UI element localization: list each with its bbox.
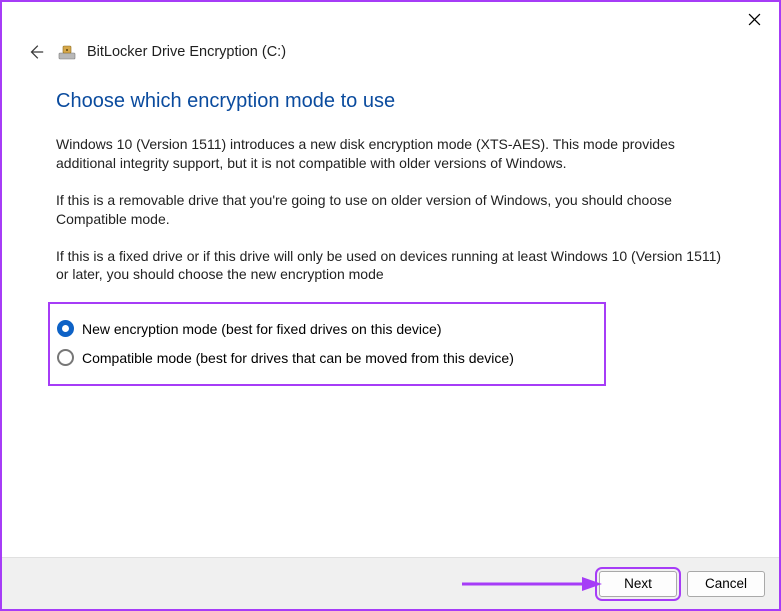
- description-paragraph-2: If this is a removable drive that you're…: [56, 191, 725, 229]
- radio-unselected-icon: [57, 349, 74, 366]
- wizard-title: BitLocker Drive Encryption (C:): [87, 44, 286, 60]
- page-heading: Choose which encryption mode to use: [56, 90, 725, 113]
- wizard-content: Choose which encryption mode to use Wind…: [2, 62, 779, 557]
- radio-label: Compatible mode (best for drives that ca…: [82, 350, 514, 366]
- close-button[interactable]: [743, 8, 765, 30]
- radio-compatible-mode[interactable]: Compatible mode (best for drives that ca…: [53, 343, 590, 372]
- wizard-footer: Next Cancel: [2, 557, 779, 609]
- radio-selected-icon: [57, 320, 74, 337]
- close-icon: [748, 13, 761, 26]
- encryption-mode-options: New encryption mode (best for fixed driv…: [48, 302, 606, 386]
- radio-new-encryption-mode[interactable]: New encryption mode (best for fixed driv…: [53, 314, 590, 343]
- next-button[interactable]: Next: [599, 571, 677, 597]
- annotation-arrow-icon: [462, 574, 602, 594]
- wizard-header: BitLocker Drive Encryption (C:): [2, 2, 779, 62]
- description-paragraph-1: Windows 10 (Version 1511) introduces a n…: [56, 135, 725, 173]
- bitlocker-wizard-window: BitLocker Drive Encryption (C:) Choose w…: [0, 0, 781, 611]
- drive-lock-icon: [57, 42, 77, 62]
- back-button[interactable]: [27, 43, 45, 61]
- back-arrow-icon: [27, 43, 45, 61]
- radio-label: New encryption mode (best for fixed driv…: [82, 321, 442, 337]
- description-paragraph-3: If this is a fixed drive or if this driv…: [56, 247, 725, 285]
- cancel-button[interactable]: Cancel: [687, 571, 765, 597]
